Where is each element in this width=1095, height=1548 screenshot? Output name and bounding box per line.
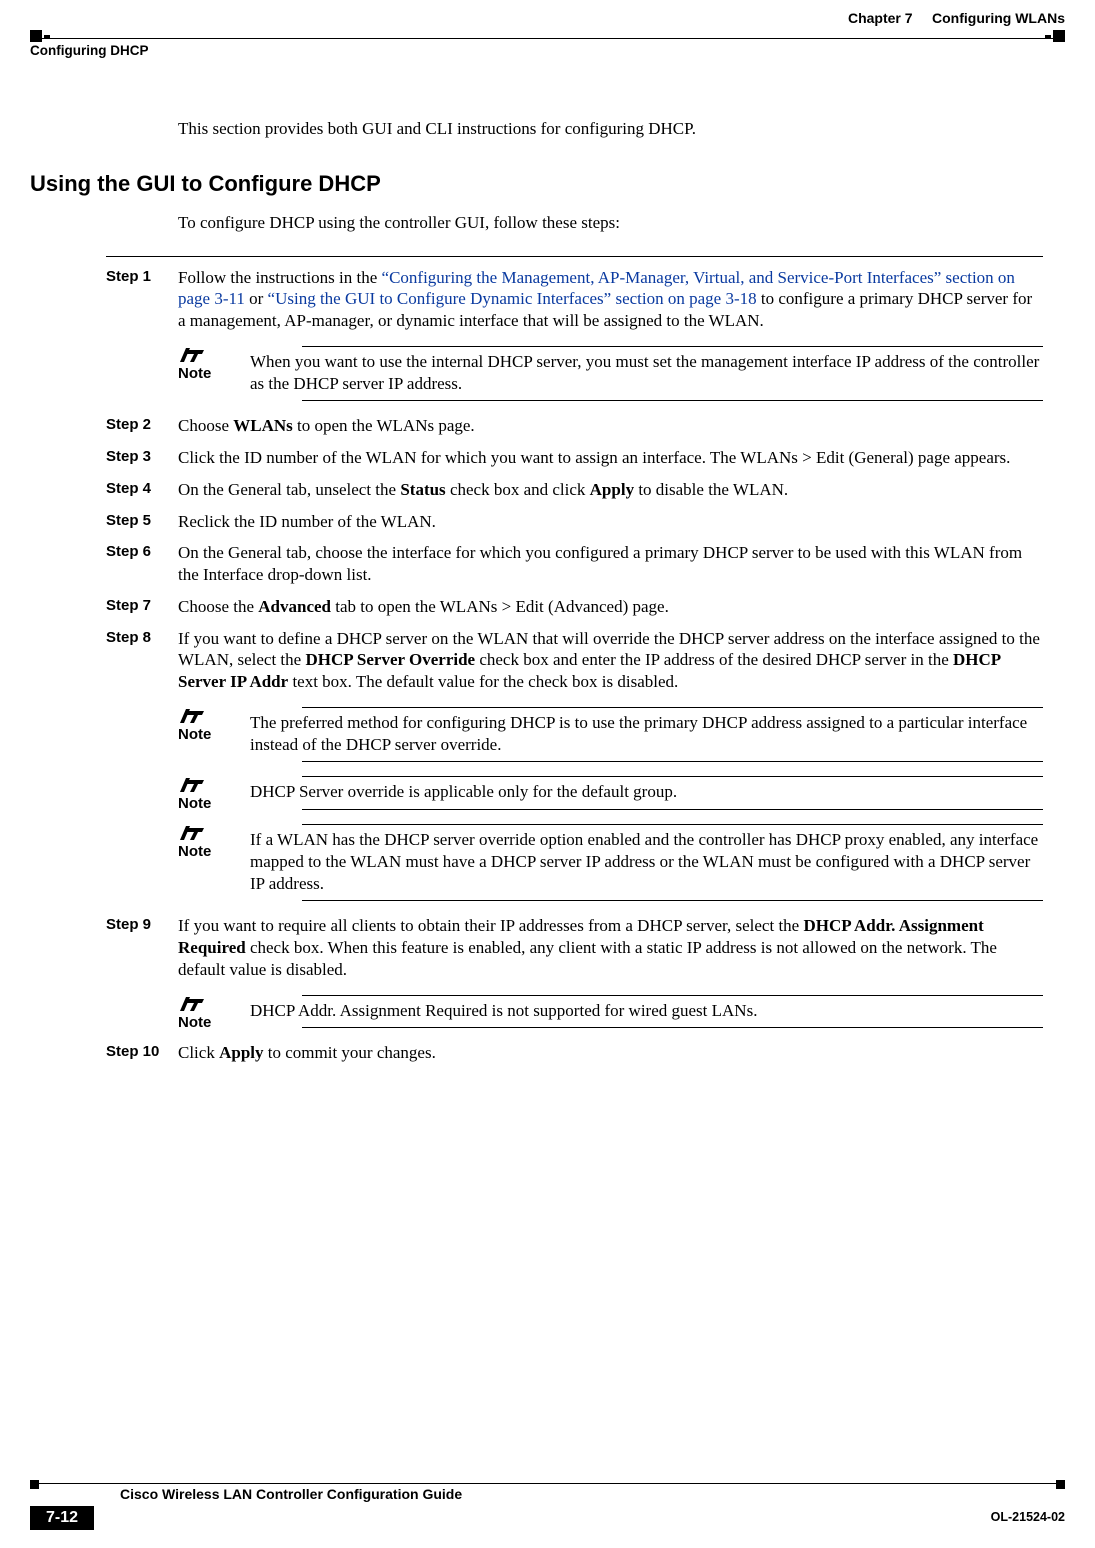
step-label: Step 4 bbox=[106, 479, 151, 498]
text: tab to open the WLANs > Edit (Advanced) … bbox=[331, 597, 669, 616]
note-text: DHCP Server override is applicable only … bbox=[250, 781, 1043, 803]
heading-gui-configure-dhcp: Using the GUI to Configure DHCP bbox=[30, 170, 1043, 198]
text: check box. When this feature is enabled,… bbox=[178, 938, 997, 979]
step-2: Step 2 Choose WLANs to open the WLANs pa… bbox=[178, 415, 1043, 437]
step-label: Step 9 bbox=[106, 915, 151, 934]
running-section-title: Configuring DHCP bbox=[30, 43, 1065, 58]
page-footer: Cisco Wireless LAN Controller Configurat… bbox=[30, 1483, 1065, 1530]
ui-element: WLANs bbox=[233, 416, 293, 435]
step-label: Step 2 bbox=[106, 415, 151, 434]
step-4: Step 4 On the General tab, unselect the … bbox=[178, 479, 1043, 501]
text: Choose bbox=[178, 416, 233, 435]
footer-ornament-right bbox=[1056, 1480, 1065, 1489]
lead-paragraph: To configure DHCP using the controller G… bbox=[178, 212, 1043, 234]
text: On the General tab, unselect the bbox=[178, 480, 400, 499]
note-block: Note DHCP Server override is applicable … bbox=[178, 776, 1043, 810]
steps-divider bbox=[106, 256, 1043, 257]
note-block: Note If a WLAN has the DHCP server overr… bbox=[178, 824, 1043, 901]
footer-ornament-left bbox=[30, 1480, 39, 1489]
note-label: Note bbox=[178, 794, 211, 813]
step-5: Step 5 Reclick the ID number of the WLAN… bbox=[178, 511, 1043, 533]
text: or bbox=[245, 289, 268, 308]
step-6: Step 6 On the General tab, choose the in… bbox=[178, 542, 1043, 586]
note-label: Note bbox=[178, 1013, 211, 1032]
text: Reclick the ID number of the WLAN. bbox=[178, 511, 1043, 533]
step-1: Step 1 Follow the instructions in the “C… bbox=[178, 267, 1043, 402]
note-text: When you want to use the internal DHCP s… bbox=[250, 351, 1043, 395]
note-text: If a WLAN has the DHCP server override o… bbox=[250, 829, 1043, 894]
text: On the General tab, choose the interface… bbox=[178, 542, 1043, 586]
text: to open the WLANs page. bbox=[293, 416, 475, 435]
step-label: Step 10 bbox=[106, 1042, 159, 1061]
ui-element: Status bbox=[400, 480, 445, 499]
text: Choose the bbox=[178, 597, 258, 616]
step-8: Step 8 If you want to define a DHCP serv… bbox=[178, 628, 1043, 902]
step-10: Step 10 Click Apply to commit your chang… bbox=[178, 1042, 1043, 1064]
text: check box and click bbox=[446, 480, 590, 499]
text: to commit your changes. bbox=[264, 1043, 436, 1062]
text: Follow the instructions in the bbox=[178, 268, 382, 287]
text: Click bbox=[178, 1043, 219, 1062]
ui-element: Advanced bbox=[258, 597, 331, 616]
intro-paragraph: This section provides both GUI and CLI i… bbox=[178, 118, 1043, 140]
note-label: Note bbox=[178, 725, 211, 744]
note-block: Note When you want to use the internal D… bbox=[178, 346, 1043, 402]
chapter-number: Chapter 7 bbox=[848, 10, 913, 26]
step-label: Step 3 bbox=[106, 447, 151, 466]
note-block: Note The preferred method for configurin… bbox=[178, 707, 1043, 763]
ui-element: DHCP Server Override bbox=[305, 650, 475, 669]
note-text: DHCP Addr. Assignment Required is not su… bbox=[250, 1000, 1043, 1022]
note-block: Note DHCP Addr. Assignment Required is n… bbox=[178, 995, 1043, 1029]
page-header: Chapter 7 Configuring WLANs bbox=[30, 10, 1065, 39]
step-label: Step 6 bbox=[106, 542, 151, 561]
footer-guide-title: Cisco Wireless LAN Controller Configurat… bbox=[120, 1486, 1065, 1502]
text: check box and enter the IP address of th… bbox=[475, 650, 953, 669]
note-text: The preferred method for configuring DHC… bbox=[250, 712, 1043, 756]
step-9: Step 9 If you want to require all client… bbox=[178, 915, 1043, 1028]
doc-number: OL-21524-02 bbox=[991, 1510, 1065, 1524]
note-label: Note bbox=[178, 364, 211, 383]
chapter-heading: Chapter 7 Configuring WLANs bbox=[848, 10, 1065, 26]
text: text box. The default value for the chec… bbox=[288, 672, 678, 691]
text: Click the ID number of the WLAN for whic… bbox=[178, 447, 1043, 469]
ui-element: Apply bbox=[590, 480, 634, 499]
text: If you want to require all clients to ob… bbox=[178, 916, 803, 935]
ui-element: Apply bbox=[219, 1043, 263, 1062]
xref-link[interactable]: “Using the GUI to Configure Dynamic Inte… bbox=[268, 289, 757, 308]
step-3: Step 3 Click the ID number of the WLAN f… bbox=[178, 447, 1043, 469]
step-label: Step 1 bbox=[106, 267, 151, 286]
step-label: Step 7 bbox=[106, 596, 151, 615]
chapter-title: Configuring WLANs bbox=[932, 10, 1065, 26]
step-list: Step 1 Follow the instructions in the “C… bbox=[178, 256, 1043, 1065]
footer-divider bbox=[30, 1483, 1065, 1484]
header-ornament-right bbox=[1043, 30, 1065, 42]
note-label: Note bbox=[178, 842, 211, 861]
page-number: 7-12 bbox=[30, 1506, 94, 1530]
step-label: Step 8 bbox=[106, 628, 151, 647]
step-label: Step 5 bbox=[106, 511, 151, 530]
text: to disable the WLAN. bbox=[634, 480, 788, 499]
header-ornament-left bbox=[30, 30, 52, 42]
step-7: Step 7 Choose the Advanced tab to open t… bbox=[178, 596, 1043, 618]
